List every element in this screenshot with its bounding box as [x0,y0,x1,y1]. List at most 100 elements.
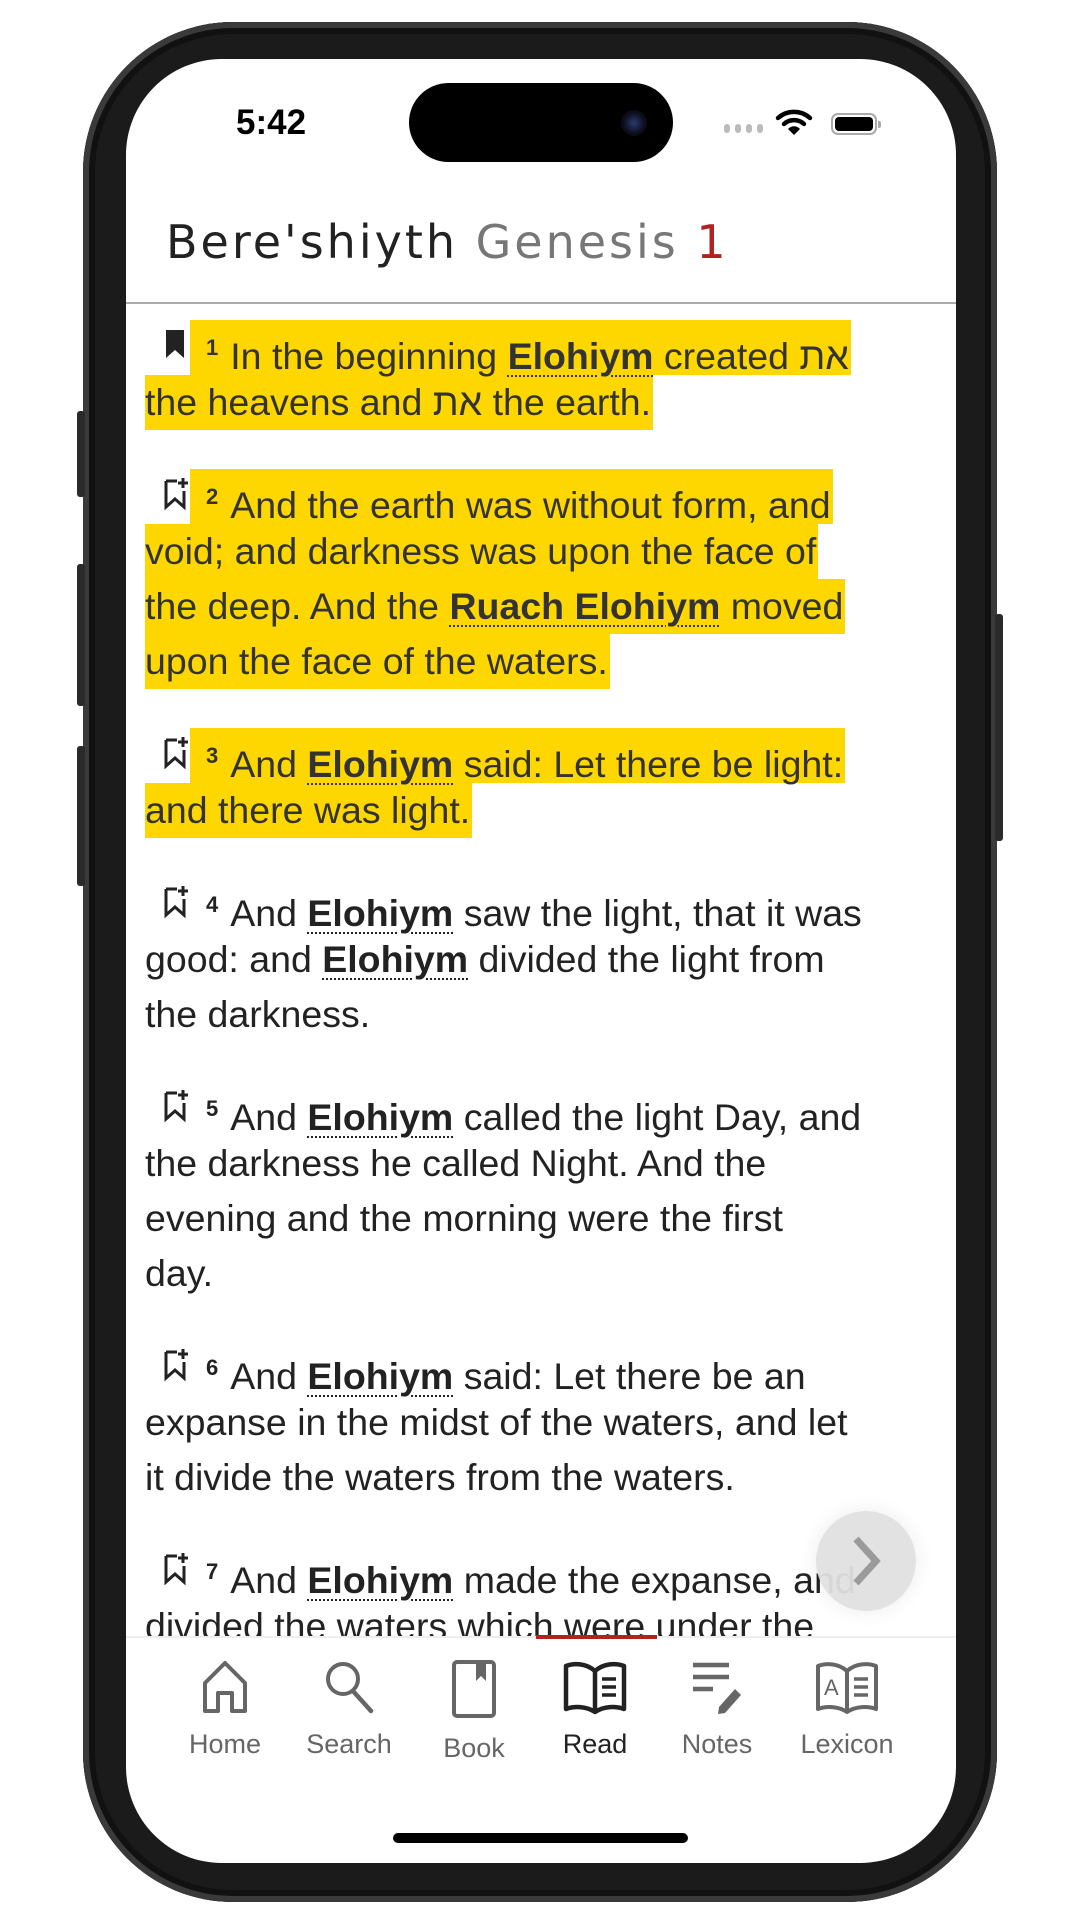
volume-up-button [77,564,85,706]
action-button [77,411,85,497]
verse-2[interactable]: 2 And the earth was without form, and void… [126,469,956,689]
verse-text: void; and darkness was upon the face of [145,530,817,572]
lexicon-link[interactable]: Elohiym [307,743,453,785]
power-button [995,614,1003,841]
verse-5[interactable]: 5 And Elohiym called the light Day, and th… [126,1081,956,1301]
verse-number: 2 [206,484,219,509]
tab-book[interactable]: Book [414,1659,534,1764]
book-icon [452,1660,496,1718]
verse-text: And [230,1096,308,1138]
bookmark-filled-icon[interactable] [163,328,191,362]
lexicon-link[interactable]: Ruach Elohiym [449,585,720,627]
bookmark-add-icon[interactable] [163,1089,191,1123]
screen: 5:42 Bere'shiyth Genesis 1 1 In the begin… [126,59,956,1863]
lexicon-link[interactable]: Elohiym [322,938,468,980]
verse-number: 4 [206,892,219,917]
page-title[interactable]: Bere'shiyth Genesis 1 [166,215,729,269]
verse-text: saw the light, that it was [453,892,862,934]
verse-number: 7 [206,1559,219,1584]
verse-text: the darkness he called Night. And the [145,1142,767,1184]
tab-notes[interactable]: Notes [657,1659,777,1760]
verse-line: 4 And Elohiym saw the light, that it was [190,877,864,934]
lexicon-link[interactable]: Elohiym [307,1096,453,1138]
chevron-right-icon [853,1536,881,1586]
chapter-number: 1 [696,215,729,269]
tab-search[interactable]: Search [289,1659,409,1760]
tab-label: Notes [681,1729,753,1759]
lexicon-link[interactable]: Elohiym [307,892,453,934]
verse-text: the heavens and את the earth. [145,381,652,423]
verse-text: upon the face of the waters. [145,640,608,682]
lexicon-icon: A [816,1662,878,1714]
verse-text: made the expanse, and [453,1559,856,1601]
verse-list: 1 In the beginning Elohiym created את the … [126,304,956,1636]
verse-text: said: Let there be light: [453,743,844,785]
bookmark-add-icon[interactable] [163,1348,191,1382]
verse-text: called the light Day, and [453,1096,862,1138]
verse-line: upon the face of the waters. [145,634,610,689]
lexicon-link[interactable]: Elohiym [307,1355,453,1397]
verse-line: good: and Elohiym divided the light from [145,932,827,987]
bookmark-add-icon[interactable] [163,736,191,770]
bookmark-add-icon[interactable] [163,1552,191,1586]
verse-text: And [230,1559,308,1601]
tab-read[interactable]: Read [535,1659,655,1760]
bookmark-add-icon[interactable] [163,477,191,511]
verse-line: the heavens and את the earth. [145,375,654,430]
verse-text: divided the waters which were under the [145,1605,815,1636]
lexicon-link[interactable]: Elohiym [508,335,654,377]
verse-number: 3 [206,743,219,768]
verse-6[interactable]: 6 And Elohiym said: Let there be an expans… [126,1340,956,1505]
verse-text: and there was light. [145,789,471,831]
svg-text:A: A [824,1675,839,1700]
verse-3[interactable]: 3 And Elohiym said: Let there be light: an… [126,728,956,838]
verse-text: And [230,892,308,934]
tab-label: Search [306,1729,392,1759]
lexicon-link[interactable]: Elohiym [307,1559,453,1601]
dynamic-island [409,83,673,162]
verse-text: And the earth was without form, and [230,484,831,526]
verse-text: the deep. And the [145,585,450,627]
tab-home[interactable]: Home [165,1659,285,1760]
tab-label: Home [188,1729,262,1759]
status-time: 5:42 [236,103,307,142]
verse-line: 6 And Elohiym said: Let there be an [190,1340,808,1397]
verse-line: day. [145,1246,215,1301]
verse-text: it divide the waters from the waters. [145,1456,735,1498]
verse-line: the darkness. [145,987,372,1042]
verse-text: said: Let there be an [453,1355,806,1397]
book-hebrew-name: Bere'shiyth [166,215,459,269]
verse-text: day. [145,1252,214,1294]
next-chapter-button[interactable] [816,1511,916,1611]
verse-text: moved [720,585,844,627]
chapter-content[interactable]: 1 In the beginning Elohiym created את the … [126,304,956,1636]
verse-number: 5 [206,1096,219,1121]
verse-text: good: and [145,938,323,980]
tab-label: Read [562,1729,628,1759]
verse-line: divided the waters which were under the [145,1599,816,1636]
verse-line: the darkness he called Night. And the [145,1136,768,1191]
bookmark-add-icon[interactable] [163,885,191,919]
verse-line: 3 And Elohiym said: Let there be light: [190,728,846,785]
verse-text: divided the light from [468,938,825,980]
tab-label: Book [443,1733,505,1763]
verse-line: evening and the morning were the first [145,1191,785,1246]
wifi-icon [775,109,813,135]
verse-line: the deep. And the Ruach Elohiym moved [145,579,846,634]
cellular-signal-icon [724,124,763,133]
verse-line: and there was light. [145,783,473,838]
home-indicator[interactable] [393,1833,688,1843]
home-icon [203,1661,247,1713]
verse-text: And [230,1355,308,1397]
battery-icon [831,113,881,135]
verse-text: In the beginning [230,335,508,377]
verse-line: 7 And Elohiym made the expanse, and [190,1544,858,1601]
verse-text: evening and the morning were the first [145,1197,783,1239]
tab-label: Lexicon [800,1729,894,1759]
verse-line: 2 And the earth was without form, and [190,469,833,526]
tab-lexicon[interactable]: A Lexicon [787,1659,907,1760]
tab-bar: Home Search Book Read Notes A Lexicon [126,1639,956,1789]
verse-4[interactable]: 4 And Elohiym saw the light, that it was g… [126,877,956,1042]
verse-1[interactable]: 1 In the beginning Elohiym created את the … [126,320,956,430]
camera-icon [621,110,647,136]
